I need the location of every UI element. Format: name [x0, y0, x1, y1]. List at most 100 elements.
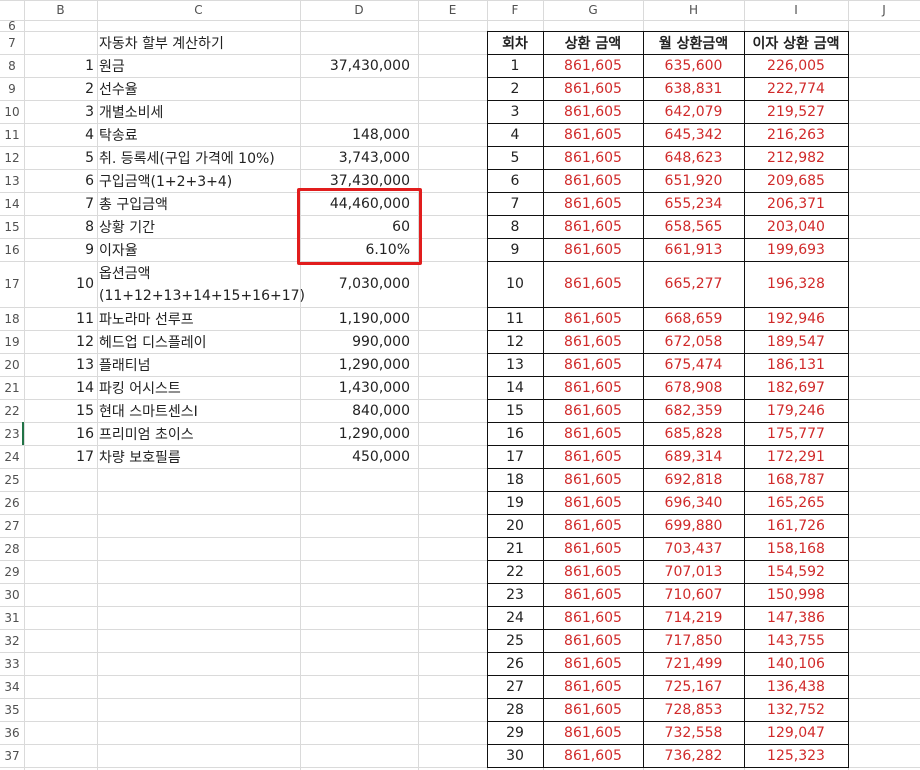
installment-number[interactable]: 4: [487, 123, 543, 146]
repayment-amount[interactable]: 861,605: [543, 514, 643, 537]
row-header[interactable]: 22: [0, 399, 24, 422]
monthly-principal[interactable]: 721,499: [643, 652, 744, 675]
row-header[interactable]: 32: [0, 629, 24, 652]
row-header[interactable]: 34: [0, 675, 24, 698]
monthly-principal[interactable]: 682,359: [643, 399, 744, 422]
row-header[interactable]: 20: [0, 353, 24, 376]
interest-amount[interactable]: 206,371: [744, 192, 848, 215]
repayment-amount[interactable]: 861,605: [543, 721, 643, 744]
repayment-amount[interactable]: 861,605: [543, 261, 643, 307]
installment-number[interactable]: 16: [487, 422, 543, 445]
installment-number[interactable]: 12: [487, 330, 543, 353]
repayment-amount[interactable]: 861,605: [543, 698, 643, 721]
installment-number[interactable]: 20: [487, 514, 543, 537]
row-header[interactable]: 6: [0, 19, 24, 33]
repayment-amount[interactable]: 861,605: [543, 675, 643, 698]
installment-number[interactable]: 9: [487, 238, 543, 261]
item-value[interactable]: 1,430,000: [300, 376, 410, 399]
monthly-principal[interactable]: 675,474: [643, 353, 744, 376]
interest-amount[interactable]: 175,777: [744, 422, 848, 445]
item-value[interactable]: [300, 100, 410, 123]
row-header[interactable]: 11: [0, 123, 24, 146]
interest-amount[interactable]: 147,386: [744, 606, 848, 629]
row-header[interactable]: 17: [0, 261, 24, 307]
repayment-amount[interactable]: 861,605: [543, 77, 643, 100]
interest-amount[interactable]: 182,697: [744, 376, 848, 399]
row-header[interactable]: 37: [0, 744, 24, 767]
monthly-principal[interactable]: 725,167: [643, 675, 744, 698]
item-value[interactable]: 148,000: [300, 123, 410, 146]
monthly-principal[interactable]: 645,342: [643, 123, 744, 146]
item-value[interactable]: 1,290,000: [300, 422, 410, 445]
monthly-principal[interactable]: 736,282: [643, 744, 744, 767]
installment-number[interactable]: 26: [487, 652, 543, 675]
installment-number[interactable]: 3: [487, 100, 543, 123]
monthly-principal[interactable]: 689,314: [643, 445, 744, 468]
row-header[interactable]: 28: [0, 537, 24, 560]
column-header-g[interactable]: G: [543, 0, 643, 20]
row-header[interactable]: 9: [0, 77, 24, 100]
repayment-amount[interactable]: 861,605: [543, 629, 643, 652]
monthly-principal[interactable]: 665,277: [643, 261, 744, 307]
monthly-principal[interactable]: 707,013: [643, 560, 744, 583]
interest-amount[interactable]: 129,047: [744, 721, 848, 744]
installment-number[interactable]: 23: [487, 583, 543, 606]
interest-amount[interactable]: 189,547: [744, 330, 848, 353]
repayment-amount[interactable]: 861,605: [543, 537, 643, 560]
column-header-c[interactable]: C: [97, 0, 300, 20]
repayment-amount[interactable]: 861,605: [543, 560, 643, 583]
repayment-amount[interactable]: 861,605: [543, 146, 643, 169]
column-header-b[interactable]: B: [24, 0, 97, 20]
installment-number[interactable]: 17: [487, 445, 543, 468]
repayment-amount[interactable]: 861,605: [543, 583, 643, 606]
interest-amount[interactable]: 199,693: [744, 238, 848, 261]
column-header-e[interactable]: E: [418, 0, 487, 20]
column-header-i[interactable]: I: [744, 0, 848, 20]
interest-amount[interactable]: 136,438: [744, 675, 848, 698]
interest-amount[interactable]: 165,265: [744, 491, 848, 514]
row-header[interactable]: 26: [0, 491, 24, 514]
installment-number[interactable]: 7: [487, 192, 543, 215]
row-header[interactable]: 12: [0, 146, 24, 169]
row-header[interactable]: 30: [0, 583, 24, 606]
repayment-amount[interactable]: 861,605: [543, 54, 643, 77]
item-value[interactable]: 840,000: [300, 399, 410, 422]
row-header[interactable]: 18: [0, 307, 24, 330]
repayment-amount[interactable]: 861,605: [543, 307, 643, 330]
interest-amount[interactable]: 150,998: [744, 583, 848, 606]
repayment-amount[interactable]: 861,605: [543, 192, 643, 215]
installment-number[interactable]: 8: [487, 215, 543, 238]
item-value[interactable]: [300, 77, 410, 100]
interest-amount[interactable]: 140,106: [744, 652, 848, 675]
installment-number[interactable]: 6: [487, 169, 543, 192]
interest-amount[interactable]: 216,263: [744, 123, 848, 146]
interest-amount[interactable]: 212,982: [744, 146, 848, 169]
monthly-principal[interactable]: 655,234: [643, 192, 744, 215]
column-header-d[interactable]: D: [300, 0, 418, 20]
repayment-amount[interactable]: 861,605: [543, 744, 643, 767]
row-header[interactable]: 31: [0, 606, 24, 629]
item-value[interactable]: 1,190,000: [300, 307, 410, 330]
row-header[interactable]: 27: [0, 514, 24, 537]
repayment-amount[interactable]: 861,605: [543, 652, 643, 675]
row-header[interactable]: 13: [0, 169, 24, 192]
repayment-amount[interactable]: 861,605: [543, 330, 643, 353]
item-value[interactable]: 990,000: [300, 330, 410, 353]
monthly-principal[interactable]: 732,558: [643, 721, 744, 744]
monthly-principal[interactable]: 658,565: [643, 215, 744, 238]
installment-number[interactable]: 11: [487, 307, 543, 330]
interest-amount[interactable]: 226,005: [744, 54, 848, 77]
row-header[interactable]: 35: [0, 698, 24, 721]
installment-number[interactable]: 2: [487, 77, 543, 100]
monthly-principal[interactable]: 685,828: [643, 422, 744, 445]
monthly-principal[interactable]: 699,880: [643, 514, 744, 537]
row-header[interactable]: 19: [0, 330, 24, 353]
spreadsheet-grid[interactable]: B C D E F G H I J 6 7 8 9 10 11 12 13 14 15 16 17 18 19 20 21 22 2…: [0, 0, 920, 770]
row-header[interactable]: 36: [0, 721, 24, 744]
row-header[interactable]: 15: [0, 215, 24, 238]
row-header[interactable]: 33: [0, 652, 24, 675]
installment-number[interactable]: 24: [487, 606, 543, 629]
monthly-principal[interactable]: 648,623: [643, 146, 744, 169]
interest-amount[interactable]: 219,527: [744, 100, 848, 123]
installment-number[interactable]: 1: [487, 54, 543, 77]
